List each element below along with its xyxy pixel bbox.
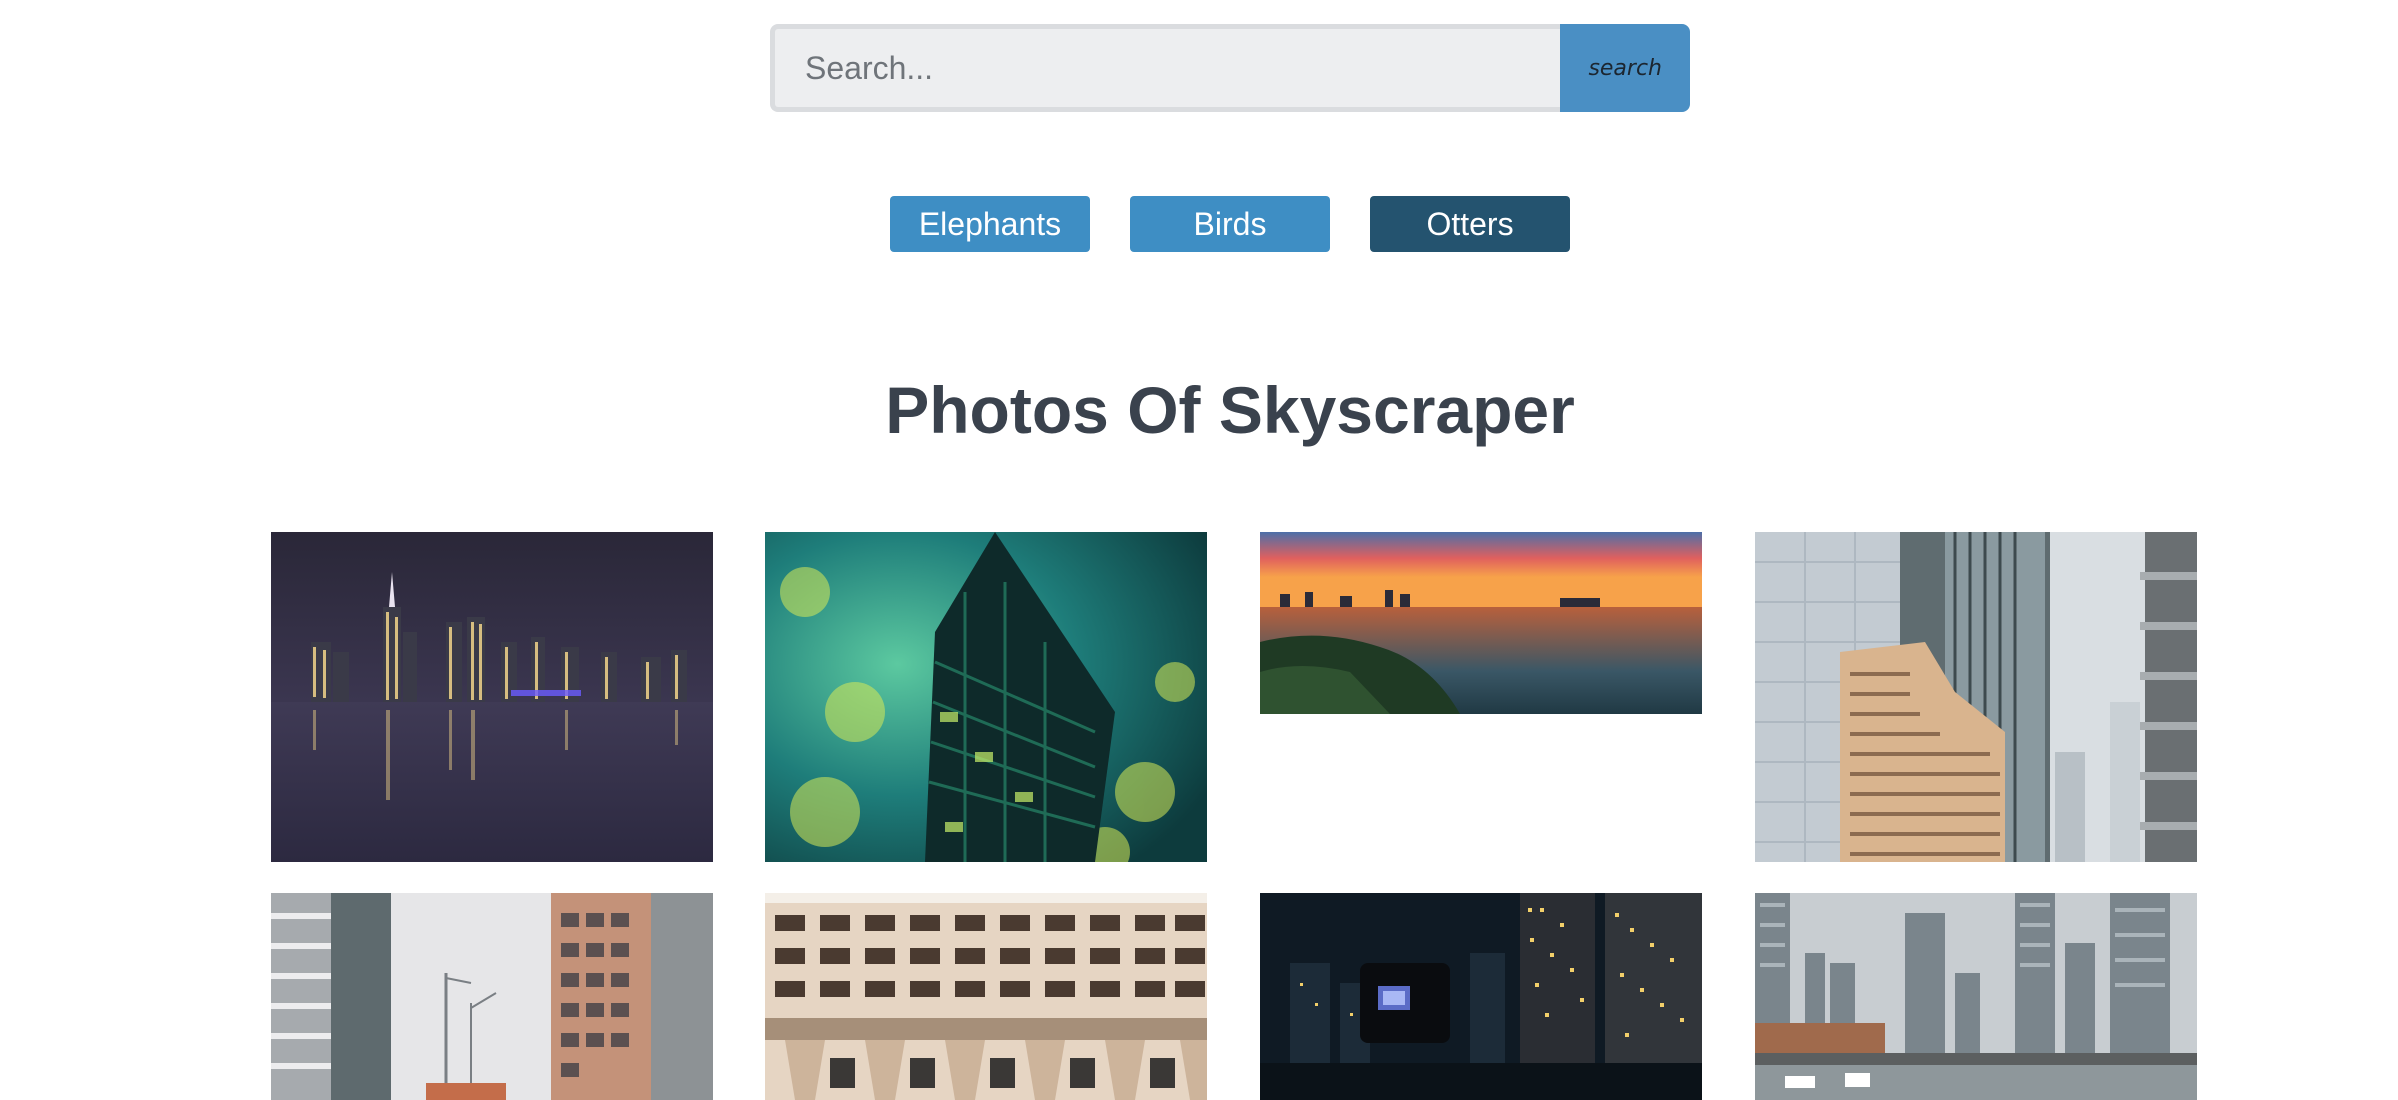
page-title: Photos Of Skyscraper [885,373,1575,447]
photo-sunset-river[interactable] [1260,532,1702,714]
category-button-elephants[interactable]: Elephants [890,196,1090,252]
photo-construction-cranes[interactable] [271,893,713,1100]
photo-green-glass-tower-image [765,532,1207,862]
photo-waterfront-towers[interactable] [1755,893,2197,1100]
page: search Elephants Birds Otters Photos Of … [0,0,2398,1100]
photo-green-glass-tower[interactable] [765,532,1207,862]
photo-construction-cranes-image [271,893,713,1100]
photo-night-camera-image [1260,893,1702,1100]
photo-night-camera[interactable] [1260,893,1702,1100]
photo-office-towers-image [1755,532,2197,862]
photo-brutalist-facade-image [765,893,1207,1100]
photo-sunset-river-image [1260,532,1702,714]
search-input[interactable] [770,24,1561,112]
photo-night-skyline-image [271,532,713,862]
category-button-birds[interactable]: Birds [1130,196,1330,252]
search-form: search [770,24,1690,112]
category-nav: Elephants Birds Otters [890,196,1570,252]
search-button[interactable]: search [1560,24,1690,112]
photo-brutalist-facade[interactable] [765,893,1207,1100]
photo-waterfront-towers-image [1755,893,2197,1100]
photo-night-skyline[interactable] [271,532,713,862]
category-button-otters[interactable]: Otters [1370,196,1570,252]
photo-office-towers[interactable] [1755,532,2197,862]
